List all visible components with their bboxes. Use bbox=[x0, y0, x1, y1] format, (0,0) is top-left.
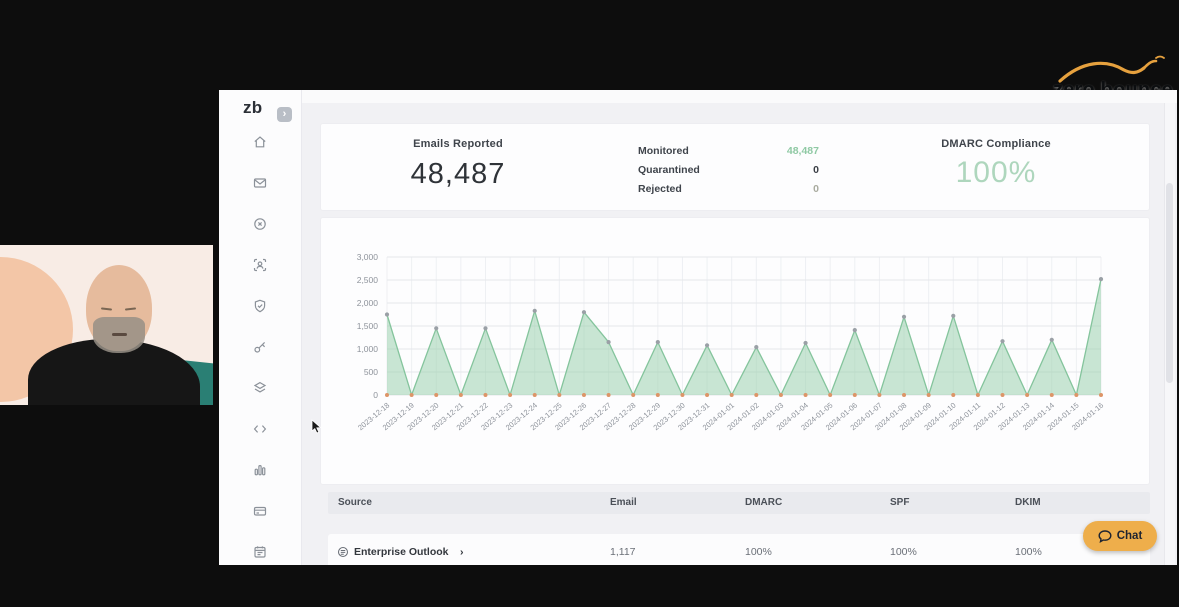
table-body: Enterprise Outlook › 1,117 100% 100% 100… bbox=[328, 534, 1150, 565]
svg-text:1,500: 1,500 bbox=[357, 321, 379, 331]
source-provider-icon bbox=[337, 546, 349, 558]
monitored-value: 48,487 bbox=[787, 145, 819, 157]
dashboard-topbar bbox=[301, 90, 1177, 103]
stat-row-monitored: Monitored 48,487 bbox=[638, 141, 819, 160]
presenter-mouth bbox=[112, 333, 127, 336]
emails-reported-value: 48,487 bbox=[348, 158, 568, 191]
disposition-stats: Monitored 48,487 Quarantined 0 Rejected … bbox=[638, 141, 819, 198]
quarantined-value: 0 bbox=[813, 164, 819, 176]
svg-text:3,000: 3,000 bbox=[357, 252, 379, 262]
video-frame: zero bounce zb › Emails Reported 48,487 … bbox=[0, 0, 1179, 607]
row-expand-chevron[interactable]: › bbox=[460, 546, 464, 558]
row-dkim-value: 100% bbox=[1015, 546, 1042, 558]
row-email-value: 1,117 bbox=[610, 546, 636, 558]
stats-card: Emails Reported 48,487 Monitored 48,487 … bbox=[320, 123, 1150, 211]
calendar-icon[interactable] bbox=[252, 544, 268, 560]
svg-text:500: 500 bbox=[364, 367, 378, 377]
dmarc-compliance-stat: DMARC Compliance 100% bbox=[896, 138, 1096, 190]
svg-text:1,000: 1,000 bbox=[357, 344, 379, 354]
mail-icon[interactable] bbox=[252, 175, 268, 191]
dmarc-compliance-label: DMARC Compliance bbox=[896, 138, 1096, 150]
code-icon[interactable] bbox=[252, 421, 268, 437]
chart-card: 05001,0001,5002,0002,5003,0002023-12-182… bbox=[320, 217, 1150, 485]
emails-area-chart: 05001,0001,5002,0002,5003,0002023-12-182… bbox=[321, 218, 1149, 489]
key-icon[interactable] bbox=[252, 339, 268, 355]
user-scan-icon[interactable] bbox=[252, 257, 268, 273]
shield-check-icon[interactable] bbox=[252, 298, 268, 314]
scrollbar-track[interactable] bbox=[1164, 103, 1175, 565]
rejected-label: Rejected bbox=[638, 183, 682, 195]
svg-text:2,000: 2,000 bbox=[357, 298, 379, 308]
sidebar-brand: zb bbox=[243, 98, 262, 118]
home-icon[interactable] bbox=[252, 134, 268, 150]
chat-bubble-icon bbox=[1098, 530, 1112, 543]
webcam-overlay bbox=[0, 245, 213, 405]
chat-button-label: Chat bbox=[1117, 530, 1143, 542]
emails-reported-stat: Emails Reported 48,487 bbox=[348, 138, 568, 191]
scrollbar-thumb[interactable] bbox=[1166, 183, 1173, 383]
svg-text:0: 0 bbox=[373, 390, 378, 400]
table-row[interactable]: Enterprise Outlook › 1,117 100% 100% 100… bbox=[328, 546, 1150, 565]
col-spf: SPF bbox=[890, 497, 909, 508]
credit-card-icon[interactable] bbox=[252, 503, 268, 519]
mouse-cursor-icon bbox=[311, 419, 323, 440]
emails-reported-label: Emails Reported bbox=[348, 138, 568, 150]
row-spf-value: 100% bbox=[890, 546, 917, 558]
svg-text:2,500: 2,500 bbox=[357, 275, 379, 285]
dmarc-dashboard: zb › Emails Reported 48,487 Monitored 48… bbox=[219, 90, 1177, 565]
quarantined-label: Quarantined bbox=[638, 164, 700, 176]
bar-chart-icon[interactable] bbox=[252, 462, 268, 478]
col-source: Source bbox=[338, 497, 372, 508]
monitored-label: Monitored bbox=[638, 145, 689, 157]
chat-button[interactable]: Chat bbox=[1083, 521, 1157, 551]
status-badge-icon[interactable] bbox=[252, 216, 268, 232]
row-dmarc-value: 100% bbox=[745, 546, 772, 558]
layers-icon[interactable] bbox=[252, 380, 268, 396]
dmarc-compliance-value: 100% bbox=[896, 156, 1096, 190]
sidebar-icons bbox=[219, 134, 301, 560]
rejected-value: 0 bbox=[813, 183, 819, 195]
col-dkim: DKIM bbox=[1015, 497, 1041, 508]
sidebar: zb bbox=[219, 90, 302, 565]
col-email: Email bbox=[610, 497, 637, 508]
stat-row-quarantined: Quarantined 0 bbox=[638, 160, 819, 179]
table-header: Source Email DMARC SPF DKIM bbox=[328, 492, 1150, 514]
stat-row-rejected: Rejected 0 bbox=[638, 179, 819, 198]
row-source-name: Enterprise Outlook bbox=[354, 546, 449, 558]
col-dmarc: DMARC bbox=[745, 497, 782, 508]
sidebar-expand-button[interactable]: › bbox=[277, 107, 292, 122]
